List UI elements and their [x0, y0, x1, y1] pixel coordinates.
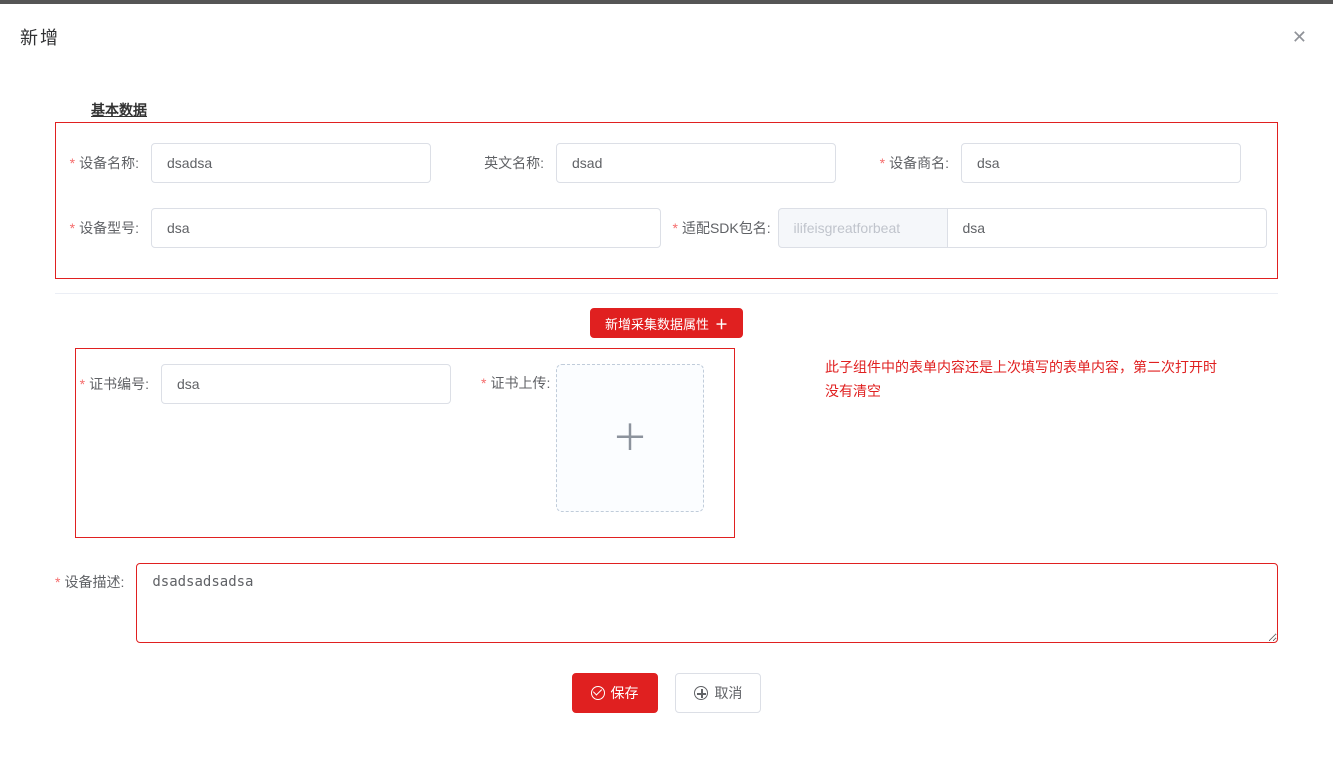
- vendor-name-label: *设备商名:: [876, 153, 961, 173]
- device-desc-label: *设备描述:: [55, 563, 136, 592]
- sdk-suffix-input[interactable]: [948, 208, 1268, 248]
- bug-annotation-text: 此子组件中的表单内容还是上次填写的表单内容，第二次打开时没有清空: [825, 356, 1225, 404]
- device-model-label: *设备型号:: [66, 218, 151, 238]
- sdk-package-label: *适配SDK包名:: [673, 218, 778, 238]
- cert-upload-label: *证书上传:: [481, 364, 556, 393]
- device-model-input[interactable]: [151, 208, 661, 248]
- english-name-label: 英文名称:: [471, 153, 556, 173]
- save-button[interactable]: 保存: [572, 673, 658, 713]
- divider: [55, 293, 1278, 294]
- dialog-title: 新增: [20, 24, 60, 50]
- cancel-button[interactable]: 取消: [675, 673, 761, 713]
- dialog-header: 新增 ✕: [0, 4, 1333, 60]
- vendor-name-input[interactable]: [961, 143, 1241, 183]
- cert-upload-box[interactable]: ＋: [556, 364, 704, 512]
- basic-data-box: *设备名称: 英文名称: *设备商名: *设备型号: *适配SDK包名:: [55, 122, 1278, 279]
- device-name-label: *设备名称:: [66, 153, 151, 173]
- certificate-box: *证书编号: *证书上传: ＋: [75, 348, 735, 538]
- cancel-plus-icon: [694, 686, 708, 700]
- dialog-body: 基本数据 *设备名称: 英文名称: *设备商名: *设备型号: *适配SDK包名…: [0, 60, 1333, 743]
- sdk-prefix-input: [778, 208, 948, 248]
- close-icon[interactable]: ✕: [1286, 27, 1313, 48]
- cert-no-input[interactable]: [161, 364, 451, 404]
- cert-no-label: *证书编号:: [76, 374, 161, 394]
- device-desc-textarea[interactable]: [136, 563, 1278, 643]
- check-icon: [591, 686, 605, 700]
- basic-section-title: 基本数据: [91, 100, 1278, 120]
- add-collect-attr-button[interactable]: 新增采集数据属性＋: [590, 308, 743, 338]
- upload-plus-icon: ＋: [612, 420, 648, 456]
- plus-icon: ＋: [715, 314, 728, 333]
- device-name-input[interactable]: [151, 143, 431, 183]
- english-name-input[interactable]: [556, 143, 836, 183]
